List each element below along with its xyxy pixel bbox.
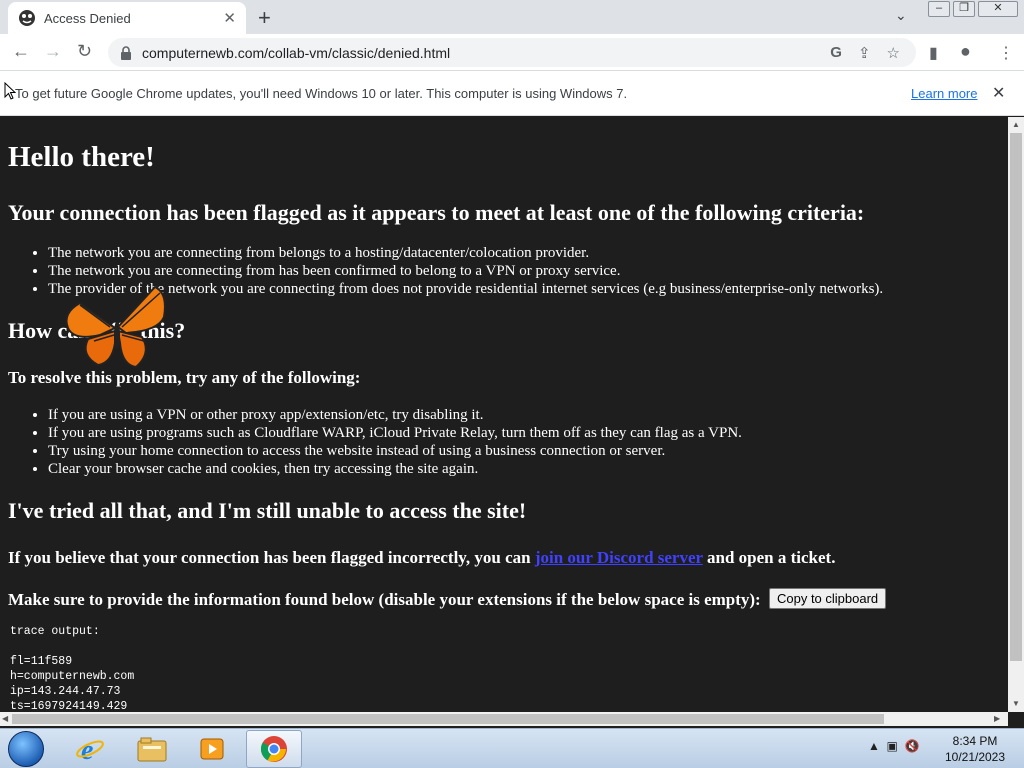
lock-icon bbox=[121, 45, 131, 60]
scroll-left-icon[interactable]: ◀ bbox=[2, 714, 8, 723]
list-item: If you are using a VPN or other proxy ap… bbox=[48, 406, 1000, 424]
copy-to-clipboard-button[interactable]: Copy to clipboard bbox=[768, 588, 887, 609]
infobar-message: To get future Google Chrome updates, you… bbox=[15, 85, 628, 101]
flagged-heading: Your connection has been flagged as it a… bbox=[8, 200, 865, 225]
internet-explorer-task[interactable]: e bbox=[62, 730, 118, 768]
update-infobar: To get future Google Chrome updates, you… bbox=[0, 71, 1024, 116]
horizontal-scroll-thumb[interactable] bbox=[12, 714, 884, 724]
trace-output: trace output: fl=11f589 h=computernewb.c… bbox=[10, 625, 135, 712]
clock-date: 10/21/2023 bbox=[944, 750, 1006, 764]
incorrect-prefix: If you believe that your connection has … bbox=[8, 548, 531, 567]
url-text: computernewb.com/collab-vm/classic/denie… bbox=[142, 44, 451, 61]
back-button[interactable]: ← bbox=[12, 41, 30, 62]
folder-icon bbox=[137, 737, 167, 762]
list-item: The network you are connecting from has … bbox=[48, 262, 1000, 280]
list-item: The provider of the network you are conn… bbox=[48, 280, 1000, 298]
tray-icons[interactable]: ▲ ▣ 🔇 bbox=[868, 739, 920, 753]
provide-info-text: Make sure to provide the information fou… bbox=[8, 590, 761, 609]
media-player-task[interactable] bbox=[184, 730, 240, 768]
new-tab-button[interactable]: + bbox=[258, 5, 271, 31]
page-content: Hello there! Your connection has been fl… bbox=[0, 117, 1008, 712]
list-item: If you are using programs such as Cloudf… bbox=[48, 424, 1000, 442]
infobar-close-icon[interactable]: ✕ bbox=[992, 83, 1005, 103]
system-clock[interactable]: 8:34 PM 10/21/2023 bbox=[936, 733, 1014, 765]
address-bar[interactable]: computernewb.com/collab-vm/classic/denie… bbox=[108, 38, 916, 67]
close-window-button[interactable]: ✕ bbox=[978, 1, 1018, 17]
google-lens-icon[interactable]: G bbox=[830, 44, 842, 61]
tab-search-icon[interactable]: ⌄ bbox=[895, 7, 907, 24]
provide-info-paragraph: Make sure to provide the information fou… bbox=[8, 588, 1000, 610]
list-item: Try using your home connection to access… bbox=[48, 442, 1000, 460]
forward-button[interactable]: → bbox=[44, 41, 62, 62]
restore-button[interactable]: ❐ bbox=[953, 1, 975, 17]
discord-link[interactable]: join our Discord server bbox=[535, 548, 703, 567]
tab-close-icon[interactable]: ✕ bbox=[223, 9, 236, 27]
incorrect-suffix: and open a ticket. bbox=[707, 548, 836, 567]
browser-toolbar: ← → ↻ computernewb.com/collab-vm/classic… bbox=[0, 34, 1024, 71]
svg-text:e: e bbox=[81, 735, 93, 764]
minimize-button[interactable]: – bbox=[928, 1, 950, 17]
butterfly-image bbox=[65, 285, 166, 369]
explorer-task[interactable] bbox=[124, 730, 180, 768]
list-item: Clear your browser cache and cookies, th… bbox=[48, 460, 1000, 478]
scroll-right-icon[interactable]: ▶ bbox=[994, 714, 1000, 723]
profile-avatar-icon[interactable]: ● bbox=[960, 41, 971, 62]
internet-explorer-icon: e bbox=[76, 735, 104, 764]
mouse-cursor-icon bbox=[4, 82, 16, 100]
page-favicon-icon bbox=[19, 10, 35, 26]
chrome-task[interactable] bbox=[246, 730, 302, 768]
list-item: The network you are connecting from belo… bbox=[48, 244, 1000, 262]
menu-kebab-icon[interactable]: ⋮ bbox=[998, 43, 1014, 63]
vertical-scroll-thumb[interactable] bbox=[1010, 133, 1022, 661]
tab-title: Access Denied bbox=[44, 10, 131, 26]
title-bar: Access Denied ✕ + ⌄ – ❐ ✕ bbox=[0, 0, 1024, 34]
clock-time: 8:34 PM bbox=[952, 734, 998, 748]
reload-button[interactable]: ↻ bbox=[77, 41, 92, 62]
scroll-down-icon[interactable]: ▼ bbox=[1012, 699, 1020, 708]
bookmark-star-icon[interactable]: ☆ bbox=[887, 44, 900, 62]
incorrect-paragraph: If you believe that your connection has … bbox=[8, 548, 1000, 568]
side-panel-icon[interactable]: ▮ bbox=[929, 43, 938, 63]
windows-taskbar: e ▲ ▣ 🔇 8:34 PM 10/21/2023 bbox=[0, 728, 1024, 768]
tried-heading: I've tried all that, and I'm still unabl… bbox=[8, 498, 527, 523]
scroll-up-icon[interactable]: ▲ bbox=[1012, 120, 1020, 129]
tab-access-denied[interactable]: Access Denied ✕ bbox=[8, 2, 246, 34]
page-heading: Hello there! bbox=[8, 141, 155, 173]
start-button[interactable] bbox=[8, 731, 44, 767]
vertical-scrollbar[interactable]: ▲ ▼ bbox=[1008, 117, 1024, 712]
fixes-list: If you are using a VPN or other proxy ap… bbox=[48, 406, 1000, 478]
share-icon[interactable]: ⇪ bbox=[858, 44, 871, 62]
learn-more-link[interactable]: Learn more bbox=[911, 86, 977, 101]
horizontal-scrollbar[interactable]: ◀ ▶ bbox=[0, 712, 1008, 726]
criteria-list: The network you are connecting from belo… bbox=[48, 244, 1000, 298]
media-player-icon bbox=[200, 738, 224, 760]
chrome-icon bbox=[260, 736, 287, 762]
